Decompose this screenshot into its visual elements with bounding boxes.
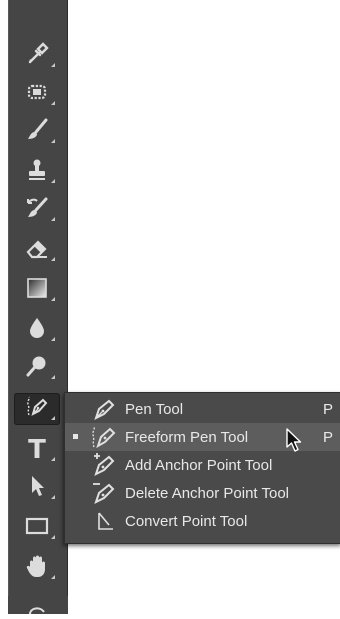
more-tools-indicator: [51, 297, 55, 301]
more-tools-indicator: [51, 337, 55, 341]
more-tools-indicator: [51, 217, 55, 221]
menu-item-label: Freeform Pen Tool: [125, 429, 249, 446]
more-tools-indicator: [51, 101, 55, 105]
stamp-tool-button[interactable]: [14, 156, 60, 188]
path-selection-arrow-icon: [24, 473, 50, 504]
menu-item-label: Pen Tool: [125, 401, 184, 418]
dodge-icon: [24, 353, 50, 384]
menu-item-add-anchor-point-tool[interactable]: Add Anchor Point Tool: [65, 451, 340, 479]
blur-tool-button[interactable]: [14, 314, 60, 346]
eraser-icon: [24, 235, 50, 266]
more-tools-indicator: [51, 416, 55, 420]
convert-point-icon: [91, 509, 117, 533]
more-tools-indicator: [51, 139, 55, 143]
zoom-icon: [29, 607, 45, 615]
more-tools-indicator: [51, 457, 55, 461]
menu-item-convert-point-tool[interactable]: Convert Point Tool: [65, 507, 340, 535]
rectangle-tool-button[interactable]: [14, 512, 60, 544]
eyedropper-icon: [24, 41, 50, 72]
history-brush-icon: [24, 195, 50, 226]
more-tools-indicator: [51, 495, 55, 499]
more-tools-indicator: [51, 375, 55, 379]
spot-healing-icon: [24, 79, 50, 110]
freeform-pen-icon: [91, 425, 117, 449]
gradient-icon: [24, 275, 50, 306]
hand-tool-button[interactable]: [14, 552, 60, 584]
selected-tool-indicator: [73, 434, 78, 439]
menu-item-shortcut: P: [322, 429, 333, 446]
eraser-tool-button[interactable]: [14, 234, 60, 266]
pen-icon: [91, 397, 117, 421]
eyedropper-tool-button[interactable]: [14, 40, 60, 72]
type-icon: T: [28, 435, 46, 465]
menu-item-label: Add Anchor Point Tool: [125, 457, 273, 474]
menu-item-shortcut: P: [322, 401, 333, 418]
menu-item-label: Delete Anchor Point Tool: [125, 485, 289, 502]
hand-icon: [24, 553, 50, 584]
delete-anchor-point-icon: [91, 481, 117, 505]
more-tools-indicator: [51, 257, 55, 261]
more-tools-indicator: [51, 179, 55, 183]
add-anchor-point-icon: [91, 453, 117, 477]
healing-tool-button[interactable]: [14, 78, 60, 110]
pen-tool-button[interactable]: [14, 393, 60, 425]
gradient-tool-button[interactable]: [14, 274, 60, 306]
path-selection-tool-button[interactable]: [14, 472, 60, 504]
rectangle-icon: [24, 513, 50, 544]
type-tool-button[interactable]: T: [14, 434, 60, 466]
history-brush-tool-button[interactable]: [14, 194, 60, 226]
menu-item-pen-tool[interactable]: Pen Tool P: [65, 395, 340, 423]
dodge-tool-button[interactable]: [14, 352, 60, 384]
menu-item-delete-anchor-point-tool[interactable]: Delete Anchor Point Tool: [65, 479, 340, 507]
brush-icon: [24, 117, 50, 148]
toolbar-bottom-edge: [8, 596, 68, 615]
pen-tools-flyout-menu: Pen Tool P Freeform Pen Tool P Add Ancho…: [64, 392, 340, 544]
blur-drop-icon: [24, 315, 50, 346]
more-tools-indicator: [51, 535, 55, 539]
brush-tool-button[interactable]: [14, 116, 60, 148]
mouse-cursor-icon: [286, 428, 302, 452]
more-tools-indicator: [51, 575, 55, 579]
clone-stamp-icon: [24, 157, 50, 188]
menu-item-label: Convert Point Tool: [125, 513, 248, 530]
more-tools-indicator: [51, 63, 55, 67]
freeform-pen-icon: [24, 394, 50, 425]
